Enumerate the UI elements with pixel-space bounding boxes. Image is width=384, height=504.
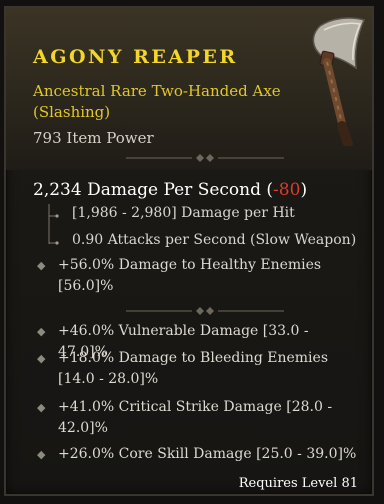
two-handed-axe-icon — [312, 17, 366, 146]
level-requirement: Requires Level 81 — [238, 476, 358, 491]
item-name: AGONY REAPER — [33, 46, 238, 68]
implicit-affix: +56.0% Damage to Healthy Enemies [56.0]% — [58, 257, 322, 294]
affix-bullet-icon: ◆ — [37, 448, 46, 461]
item-type-line: Ancestral Rare Two-Handed Axe (Slashing) — [33, 82, 281, 121]
affix-bullet-icon: ◆ — [37, 401, 46, 414]
dps-delta: -80 — [273, 180, 301, 200]
affix-bullet-icon: ◆ — [37, 352, 46, 365]
dps-value: 2,234 Damage Per Second — [33, 180, 261, 200]
divider-ornament-icon — [126, 154, 284, 162]
affix-bullet-icon: ◆ — [37, 259, 46, 272]
item-power: 793 Item Power — [33, 129, 154, 147]
affix-core-skill-damage: +26.0% Core Skill Damage [25.0 - 39.0]% — [58, 446, 357, 462]
divider-ornament-icon — [126, 307, 284, 315]
damage-per-hit: [1,986 - 2,980] Damage per Hit — [72, 205, 295, 221]
attacks-per-second: 0.90 Attacks per Second (Slow Weapon) — [72, 232, 357, 248]
damage-per-second: 2,234 Damage Per Second (-80) — [33, 180, 307, 200]
affix-critical-strike-damage: +41.0% Critical Strike Damage [28.0 - 42… — [58, 399, 333, 436]
dps-close-paren: ) — [300, 180, 308, 200]
stat-tree-connector — [48, 204, 59, 245]
affix-bullet-icon: ◆ — [37, 325, 46, 338]
affix-bleeding-damage: +18.0% Damage to Bleeding Enemies [14.0 … — [58, 350, 328, 387]
item-tooltip: AGONY REAPER Ancestral Rare Two-Handed A… — [4, 6, 374, 496]
